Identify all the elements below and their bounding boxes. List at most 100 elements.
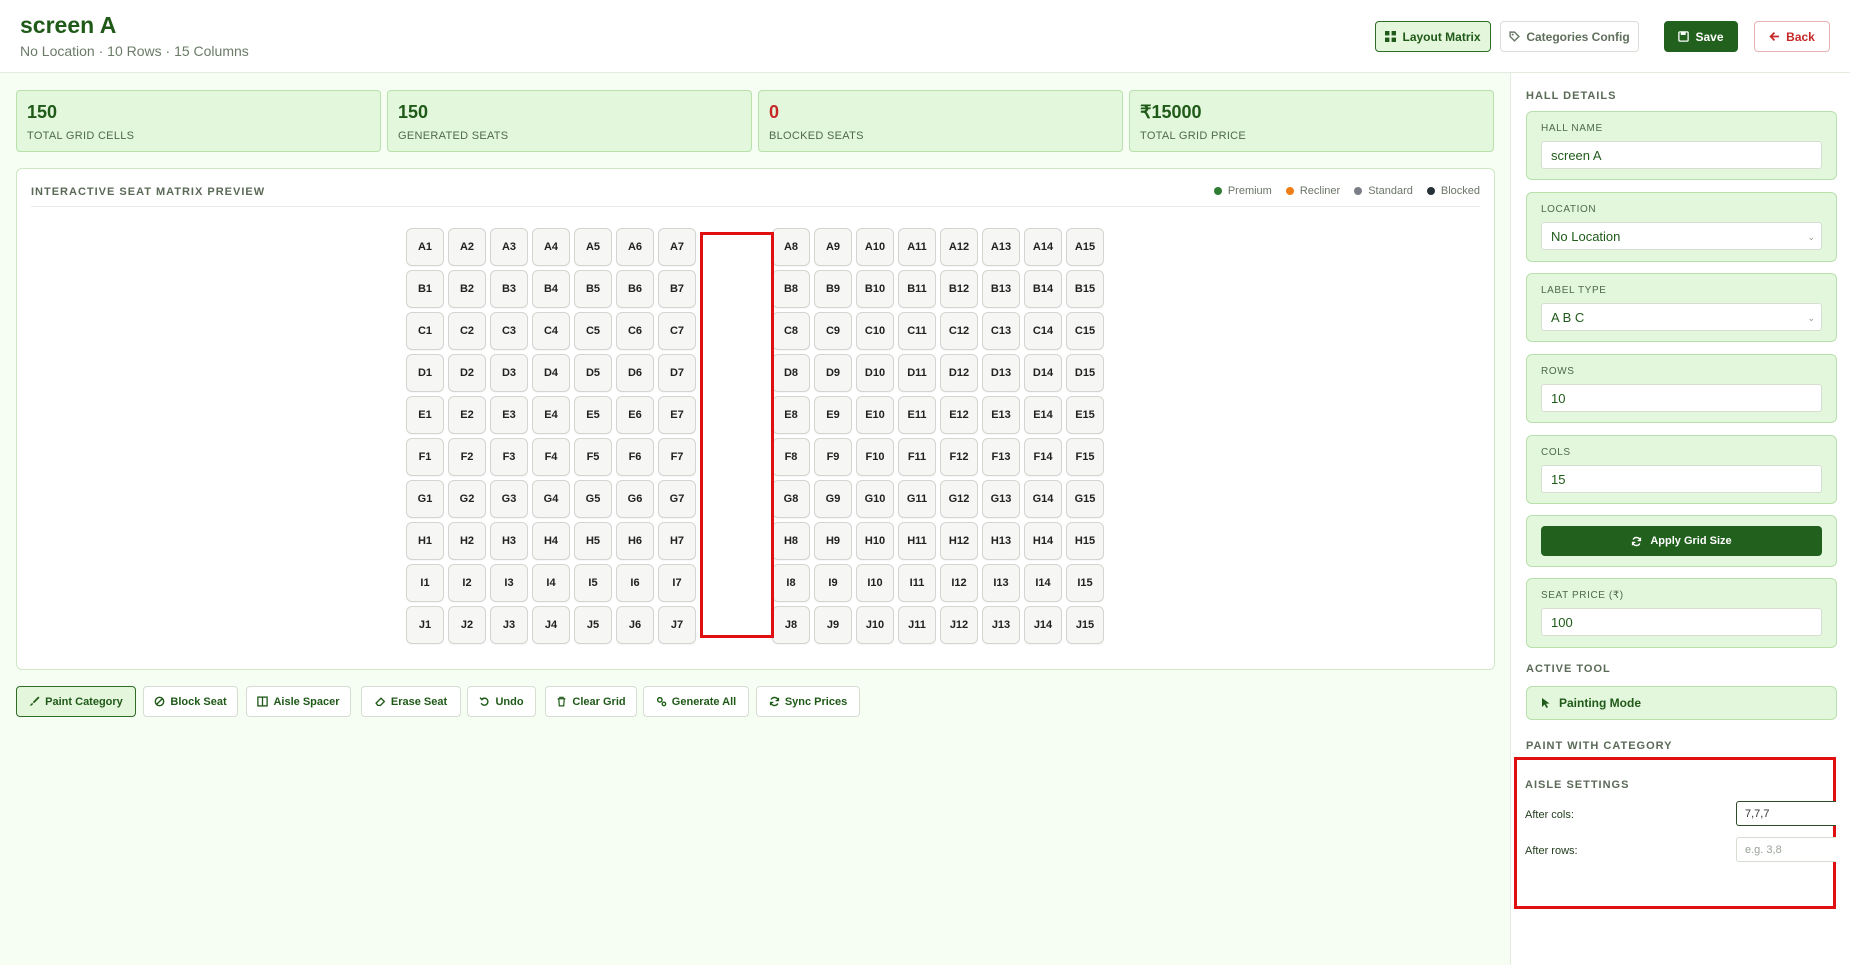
- seat[interactable]: F3: [490, 438, 528, 476]
- seat[interactable]: F9: [814, 438, 852, 476]
- seat[interactable]: H5: [574, 522, 612, 560]
- seat[interactable]: B9: [814, 270, 852, 308]
- seat[interactable]: E7: [658, 396, 696, 434]
- seat[interactable]: G10: [856, 480, 894, 518]
- seat[interactable]: D4: [532, 354, 570, 392]
- seat[interactable]: I10: [856, 564, 894, 602]
- seat[interactable]: A6: [616, 228, 654, 266]
- seat[interactable]: G2: [448, 480, 486, 518]
- seat[interactable]: D9: [814, 354, 852, 392]
- seat[interactable]: H7: [658, 522, 696, 560]
- seat[interactable]: I14: [1024, 564, 1062, 602]
- seat[interactable]: J5: [574, 606, 612, 644]
- seat[interactable]: A15: [1066, 228, 1104, 266]
- seat[interactable]: B11: [898, 270, 936, 308]
- seat[interactable]: B8: [772, 270, 810, 308]
- seat[interactable]: J14: [1024, 606, 1062, 644]
- seat[interactable]: E9: [814, 396, 852, 434]
- seat[interactable]: H11: [898, 522, 936, 560]
- seat[interactable]: E12: [940, 396, 978, 434]
- seat[interactable]: G1: [406, 480, 444, 518]
- seat[interactable]: F10: [856, 438, 894, 476]
- seat[interactable]: E13: [982, 396, 1020, 434]
- seat[interactable]: B10: [856, 270, 894, 308]
- seat[interactable]: G15: [1066, 480, 1104, 518]
- seat[interactable]: H12: [940, 522, 978, 560]
- seat[interactable]: C15: [1066, 312, 1104, 350]
- seat[interactable]: E4: [532, 396, 570, 434]
- after-cols-input[interactable]: 7,7,7: [1736, 801, 1836, 826]
- seat[interactable]: D1: [406, 354, 444, 392]
- block-seat-button[interactable]: Block Seat: [143, 686, 238, 717]
- seat[interactable]: F6: [616, 438, 654, 476]
- seat[interactable]: E11: [898, 396, 936, 434]
- seat[interactable]: I2: [448, 564, 486, 602]
- seat[interactable]: D8: [772, 354, 810, 392]
- seat[interactable]: J1: [406, 606, 444, 644]
- sync-prices-button[interactable]: Sync Prices: [756, 686, 860, 717]
- cols-input[interactable]: 15: [1541, 465, 1822, 493]
- seat[interactable]: D7: [658, 354, 696, 392]
- seat[interactable]: I6: [616, 564, 654, 602]
- seat[interactable]: F7: [658, 438, 696, 476]
- seat[interactable]: C2: [448, 312, 486, 350]
- label-type-select[interactable]: A B C ⌄: [1541, 303, 1822, 331]
- seat[interactable]: H3: [490, 522, 528, 560]
- seat[interactable]: I15: [1066, 564, 1104, 602]
- seat[interactable]: D2: [448, 354, 486, 392]
- seat[interactable]: C13: [982, 312, 1020, 350]
- seat[interactable]: A12: [940, 228, 978, 266]
- seat[interactable]: C7: [658, 312, 696, 350]
- seat[interactable]: I1: [406, 564, 444, 602]
- seat[interactable]: I12: [940, 564, 978, 602]
- seat[interactable]: F1: [406, 438, 444, 476]
- rows-input[interactable]: 10: [1541, 384, 1822, 412]
- seat[interactable]: C14: [1024, 312, 1062, 350]
- seat[interactable]: A4: [532, 228, 570, 266]
- seat[interactable]: D5: [574, 354, 612, 392]
- seat[interactable]: C8: [772, 312, 810, 350]
- seat[interactable]: G9: [814, 480, 852, 518]
- seat[interactable]: C1: [406, 312, 444, 350]
- seat[interactable]: G8: [772, 480, 810, 518]
- seat[interactable]: J10: [856, 606, 894, 644]
- seat[interactable]: F4: [532, 438, 570, 476]
- apply-grid-size-button[interactable]: Apply Grid Size: [1541, 526, 1822, 556]
- seat[interactable]: E3: [490, 396, 528, 434]
- seat[interactable]: J7: [658, 606, 696, 644]
- seat[interactable]: G4: [532, 480, 570, 518]
- seat[interactable]: A8: [772, 228, 810, 266]
- seat[interactable]: A3: [490, 228, 528, 266]
- seat[interactable]: F14: [1024, 438, 1062, 476]
- seat[interactable]: B14: [1024, 270, 1062, 308]
- seat[interactable]: B7: [658, 270, 696, 308]
- seat[interactable]: E10: [856, 396, 894, 434]
- seat[interactable]: I5: [574, 564, 612, 602]
- seat[interactable]: G12: [940, 480, 978, 518]
- seat[interactable]: H6: [616, 522, 654, 560]
- seat[interactable]: E2: [448, 396, 486, 434]
- after-rows-input[interactable]: e.g. 3,8: [1736, 837, 1836, 862]
- seat[interactable]: D15: [1066, 354, 1104, 392]
- layout-matrix-button[interactable]: Layout Matrix: [1375, 21, 1491, 52]
- seat[interactable]: A14: [1024, 228, 1062, 266]
- seat[interactable]: I3: [490, 564, 528, 602]
- seat[interactable]: A9: [814, 228, 852, 266]
- seat[interactable]: H10: [856, 522, 894, 560]
- seat[interactable]: I8: [772, 564, 810, 602]
- generate-all-button[interactable]: Generate All: [643, 686, 749, 717]
- seat[interactable]: J15: [1066, 606, 1104, 644]
- seat[interactable]: J8: [772, 606, 810, 644]
- seat[interactable]: H1: [406, 522, 444, 560]
- seat[interactable]: E15: [1066, 396, 1104, 434]
- seat[interactable]: B1: [406, 270, 444, 308]
- back-button[interactable]: Back: [1754, 21, 1830, 52]
- seat[interactable]: J12: [940, 606, 978, 644]
- seat[interactable]: F2: [448, 438, 486, 476]
- seat[interactable]: F15: [1066, 438, 1104, 476]
- seat[interactable]: G6: [616, 480, 654, 518]
- erase-seat-button[interactable]: Erase Seat: [361, 686, 461, 717]
- hall-name-input[interactable]: screen A: [1541, 141, 1822, 169]
- seat[interactable]: E14: [1024, 396, 1062, 434]
- aisle-spacer-button[interactable]: Aisle Spacer: [246, 686, 351, 717]
